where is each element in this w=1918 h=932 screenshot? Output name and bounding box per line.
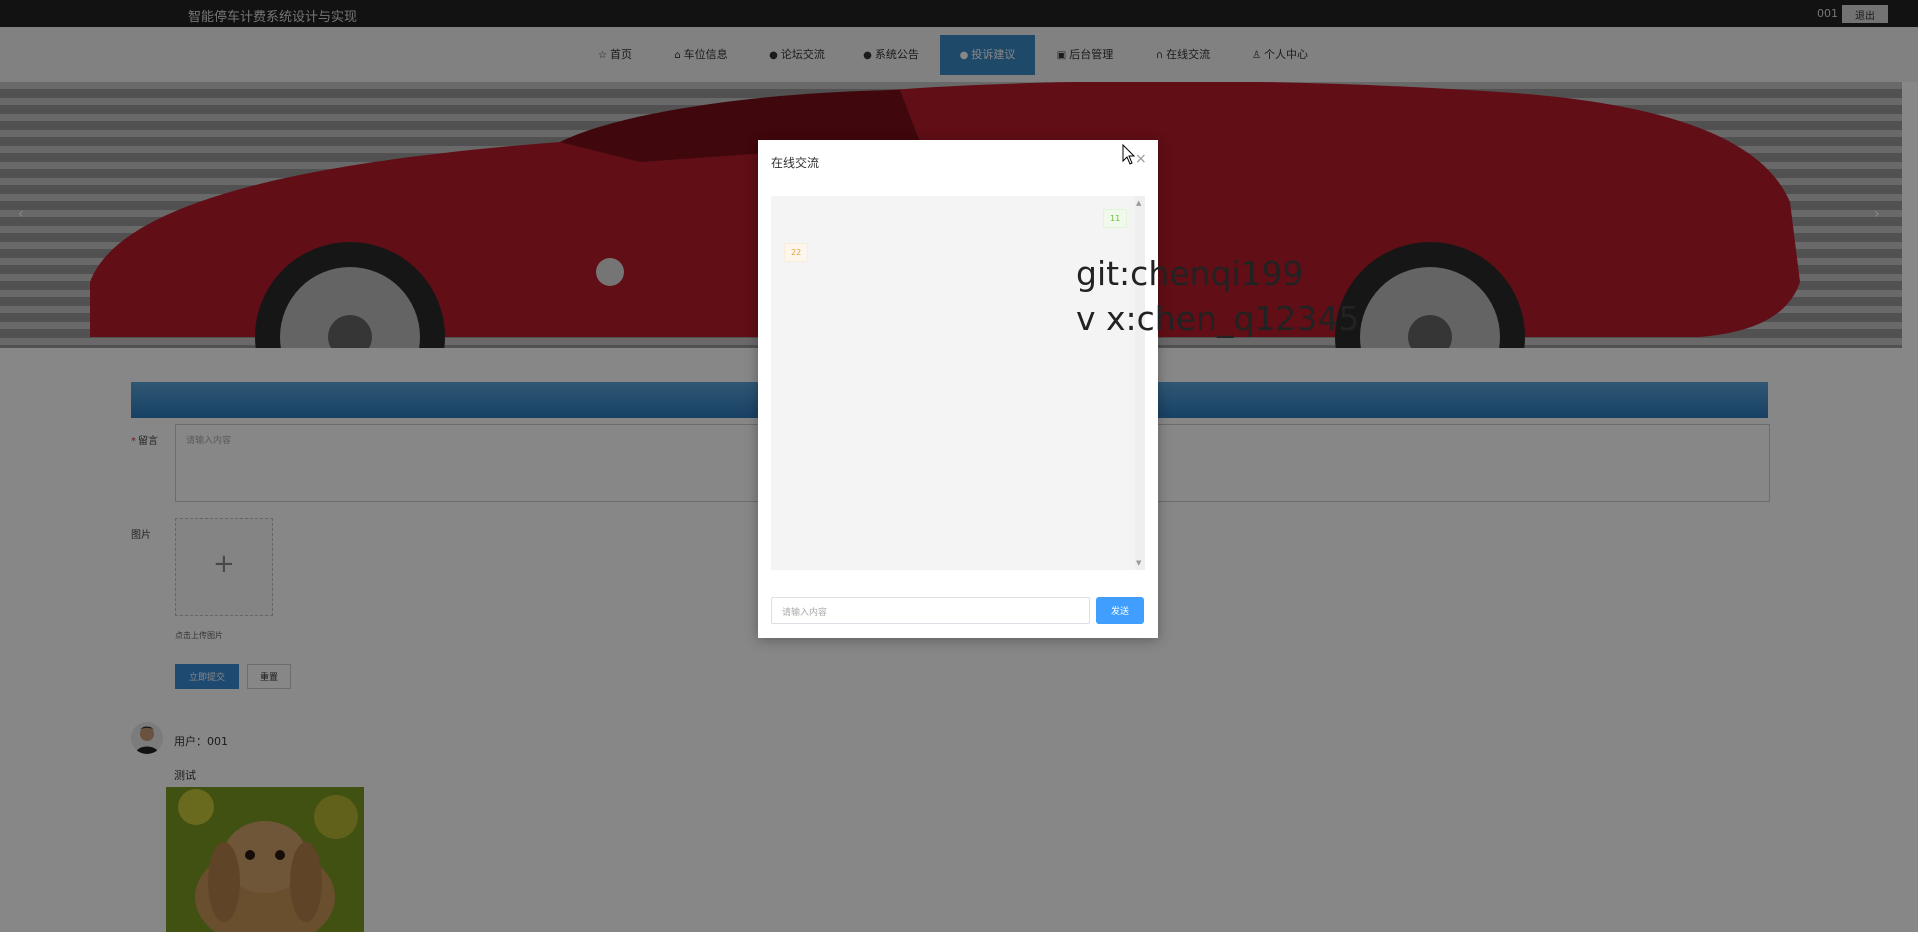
message-bubble-left: 22 xyxy=(784,243,809,262)
mouse-cursor-icon xyxy=(1122,144,1136,165)
chat-input-placeholder: 请输入内容 xyxy=(782,608,828,618)
close-icon[interactable]: × xyxy=(1135,151,1147,167)
scroll-down-icon[interactable]: ▼ xyxy=(1136,559,1141,567)
watermark: git:chenqi199 v x:chen_q12345 xyxy=(1076,251,1359,341)
chat-input[interactable]: 请输入内容 xyxy=(771,597,1090,624)
scroll-up-icon[interactable]: ▲ xyxy=(1136,199,1141,207)
watermark-line-2: v x:chen_q12345 xyxy=(1076,299,1360,338)
send-button[interactable]: 发送 xyxy=(1096,597,1144,624)
message-bubble-right: 11 xyxy=(1103,209,1128,228)
watermark-line-1: git:chenqi199 xyxy=(1076,254,1304,293)
chat-dialog: 在线交流 × 11 22 ▲ ▼ 请输入内容 发送 xyxy=(758,140,1158,638)
dialog-title: 在线交流 xyxy=(771,156,820,170)
